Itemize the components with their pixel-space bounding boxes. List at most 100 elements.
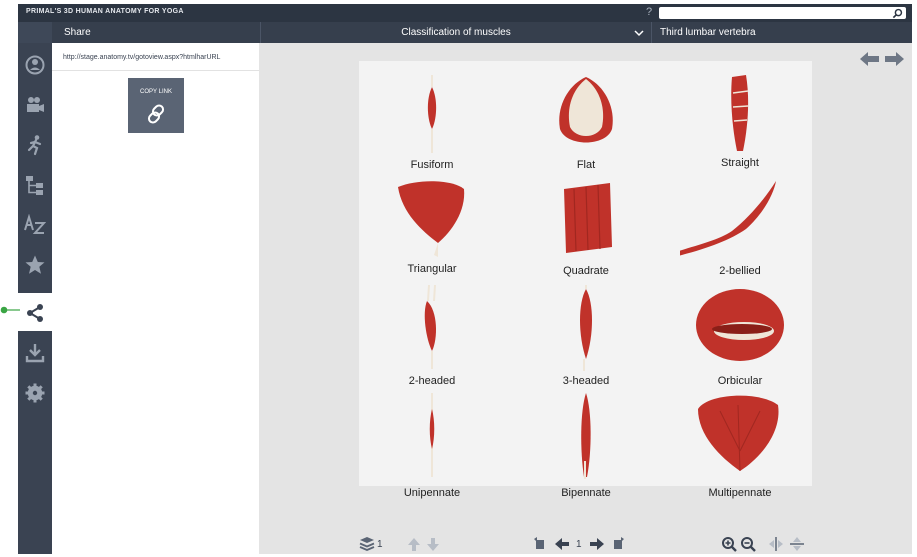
- muscle-label: Orbicular: [717, 375, 763, 387]
- chevron-down-icon: [634, 30, 644, 37]
- muscle-2-bellied: 2-bellied: [680, 177, 800, 277]
- arrow-left-icon: [555, 538, 569, 550]
- flip-horizontal-icon: [769, 537, 783, 551]
- bipennate-muscle-illustration: [581, 393, 591, 479]
- arrow-down-icon: [427, 538, 439, 551]
- share-tab-label: Share: [64, 27, 91, 38]
- fusiform-muscle-illustration: [427, 75, 437, 153]
- title-bar: PRIMAL'S 3D HUMAN ANATOMY FOR YOGA ?: [18, 4, 912, 22]
- muscle-bipennate: Bipennate: [526, 391, 646, 499]
- muscle-quadrate: Quadrate: [526, 177, 646, 277]
- share-tab[interactable]: Share: [54, 22, 259, 43]
- muscle-3-headed: 3-headed: [526, 283, 646, 387]
- share-url[interactable]: http://stage.anatomy.tv/gotoview.aspx?ht…: [63, 54, 220, 61]
- copy-link-label: COPY LINK: [140, 89, 172, 95]
- next-page-button[interactable]: [589, 536, 605, 552]
- muscle-2-headed: 2-headed: [372, 283, 492, 387]
- settings-gear-icon: [25, 383, 45, 403]
- previous-page-button[interactable]: [554, 536, 570, 552]
- muscle-label: 2-headed: [408, 375, 456, 387]
- rotate-right-button[interactable]: [610, 536, 626, 552]
- link-icon: [147, 104, 165, 124]
- sidebar-item-atlas[interactable]: [18, 45, 52, 83]
- layer-down-button[interactable]: [425, 536, 441, 552]
- muscle-straight: Straight: [680, 73, 800, 173]
- zoom-out-icon: [741, 537, 756, 552]
- unipennate-muscle-illustration: [429, 393, 435, 477]
- classification-dropdown-label: Classification of muscles: [401, 27, 511, 38]
- layers-icon: [359, 537, 375, 551]
- search-input[interactable]: [659, 7, 906, 19]
- muscle-multipennate: Multipennate: [680, 391, 800, 499]
- zoom-in-button[interactable]: [721, 536, 737, 552]
- layers-button[interactable]: [359, 536, 375, 552]
- star-icon: [25, 255, 45, 274]
- sidebar-item-hierarchy[interactable]: [18, 165, 52, 203]
- rotate-right-icon: [614, 537, 624, 549]
- layer-up-button[interactable]: [406, 536, 422, 552]
- running-figure-icon: [27, 135, 42, 156]
- share-panel: http://stage.anatomy.tv/gotoview.aspx?ht…: [52, 43, 259, 554]
- triangular-muscle-illustration: [398, 181, 465, 257]
- muscle-triangular: Triangular: [372, 177, 492, 277]
- multipennate-muscle-illustration: [698, 395, 779, 472]
- muscle-fusiform: Fusiform: [372, 73, 492, 173]
- zoom-out-button[interactable]: [740, 536, 756, 552]
- muscle-label: 3-headed: [562, 375, 610, 387]
- hierarchy-tree-icon: [26, 176, 43, 195]
- help-button[interactable]: ?: [646, 6, 652, 18]
- sidebar-item-a-to-z[interactable]: [18, 205, 52, 243]
- page-number: 1: [576, 539, 582, 550]
- 2-bellied-muscle-illustration: [680, 181, 776, 256]
- muscle-unipennate: Unipennate: [372, 391, 492, 499]
- search-icon[interactable]: [892, 8, 903, 19]
- header-spacer: [18, 22, 52, 43]
- forward-arrow-icon[interactable]: [884, 51, 905, 67]
- back-arrow-icon[interactable]: [860, 51, 880, 67]
- quadrate-muscle-illustration: [564, 183, 612, 253]
- muscle-label: Triangular: [407, 263, 457, 275]
- flat-muscle-illustration: [559, 77, 613, 143]
- muscle-flat: Flat: [526, 73, 646, 173]
- atlas-icon: [25, 55, 45, 75]
- sidebar-item-download[interactable]: [18, 333, 52, 371]
- 2-headed-muscle-illustration: [424, 284, 437, 369]
- muscle-label: Bipennate: [561, 487, 611, 499]
- sidebar-item-video[interactable]: [18, 85, 52, 123]
- arrow-right-icon: [590, 538, 604, 550]
- orbicular-muscle-illustration: [696, 289, 784, 361]
- sidebar-item-settings[interactable]: [18, 373, 52, 411]
- rotate-left-button[interactable]: [532, 536, 548, 552]
- muscle-orbicular: Orbicular: [680, 283, 800, 387]
- connector-dot-icon: [0, 306, 20, 314]
- lumbar-vertebra-label: Third lumbar vertebra: [660, 27, 756, 38]
- sidebar-item-favorites[interactable]: [18, 245, 52, 283]
- muscle-label: Fusiform: [410, 159, 454, 171]
- lumbar-vertebra-tab[interactable]: Third lumbar vertebra: [651, 22, 911, 43]
- app-window: PRIMAL'S 3D HUMAN ANATOMY FOR YOGA ? Sha…: [18, 4, 912, 554]
- sidebar: [18, 43, 52, 554]
- sidebar-item-share[interactable]: [18, 293, 52, 331]
- layer-count: 1: [377, 539, 383, 550]
- copy-link-button[interactable]: COPY LINK: [128, 78, 184, 133]
- classification-dropdown[interactable]: Classification of muscles: [260, 22, 652, 43]
- 3-headed-muscle-illustration: [580, 285, 592, 371]
- muscle-label: Straight: [721, 157, 759, 169]
- share-icon: [27, 304, 43, 322]
- arrow-up-icon: [408, 538, 420, 551]
- history-navigation: [860, 51, 906, 67]
- rotate-left-icon: [534, 537, 544, 549]
- video-camera-icon: [27, 97, 44, 112]
- muscle-label: Flat: [576, 159, 596, 171]
- muscle-label: Unipennate: [403, 487, 461, 499]
- muscle-label: Multipennate: [708, 487, 772, 499]
- flip-horizontal-button[interactable]: [768, 536, 784, 552]
- flip-vertical-button[interactable]: [789, 536, 805, 552]
- sidebar-item-movements[interactable]: [18, 125, 52, 163]
- muscle-classification-figure: Fusiform Flat Straight Triangular Quadra…: [359, 61, 812, 499]
- bottom-toolbar: 1 1: [259, 533, 912, 554]
- zoom-in-icon: [722, 537, 737, 552]
- download-icon: [25, 344, 45, 363]
- straight-muscle-illustration: [731, 75, 749, 151]
- viewer-area: Fusiform Flat Straight Triangular Quadra…: [259, 43, 912, 554]
